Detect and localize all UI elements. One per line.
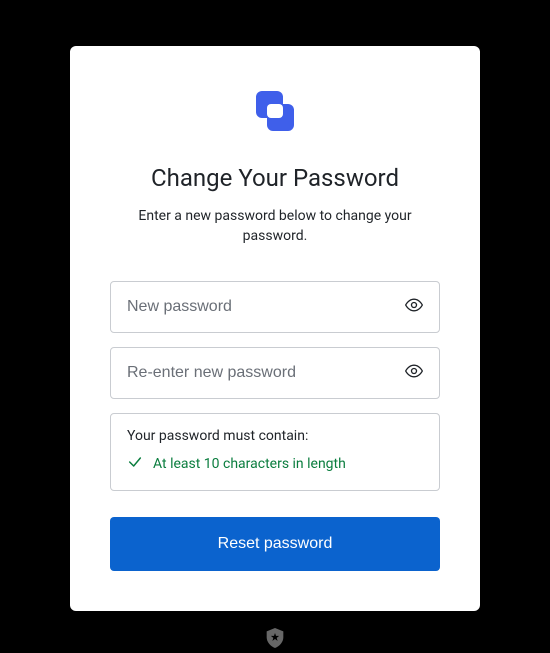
page-title: Change Your Password [110,164,440,192]
toggle-visibility-new-button[interactable] [398,291,430,323]
confirm-password-field [110,347,440,399]
change-password-card: Change Your Password Enter a new passwor… [70,46,480,611]
app-logo-icon [249,86,301,138]
password-rule-text: At least 10 characters in length [153,456,346,472]
security-badge-icon [265,627,285,653]
password-rule-item: At least 10 characters in length [127,454,423,474]
eye-icon [404,361,424,384]
eye-icon [404,295,424,318]
new-password-field [110,281,440,333]
logo-wrap [110,86,440,138]
reset-password-button[interactable]: Reset password [110,517,440,571]
page-subtitle: Enter a new password below to change you… [110,206,440,247]
check-icon [127,454,143,474]
password-rules-panel: Your password must contain: At least 10 … [110,413,440,491]
confirm-password-input[interactable] [110,347,440,399]
toggle-visibility-confirm-button[interactable] [398,357,430,389]
password-rules-heading: Your password must contain: [127,428,423,444]
new-password-input[interactable] [110,281,440,333]
